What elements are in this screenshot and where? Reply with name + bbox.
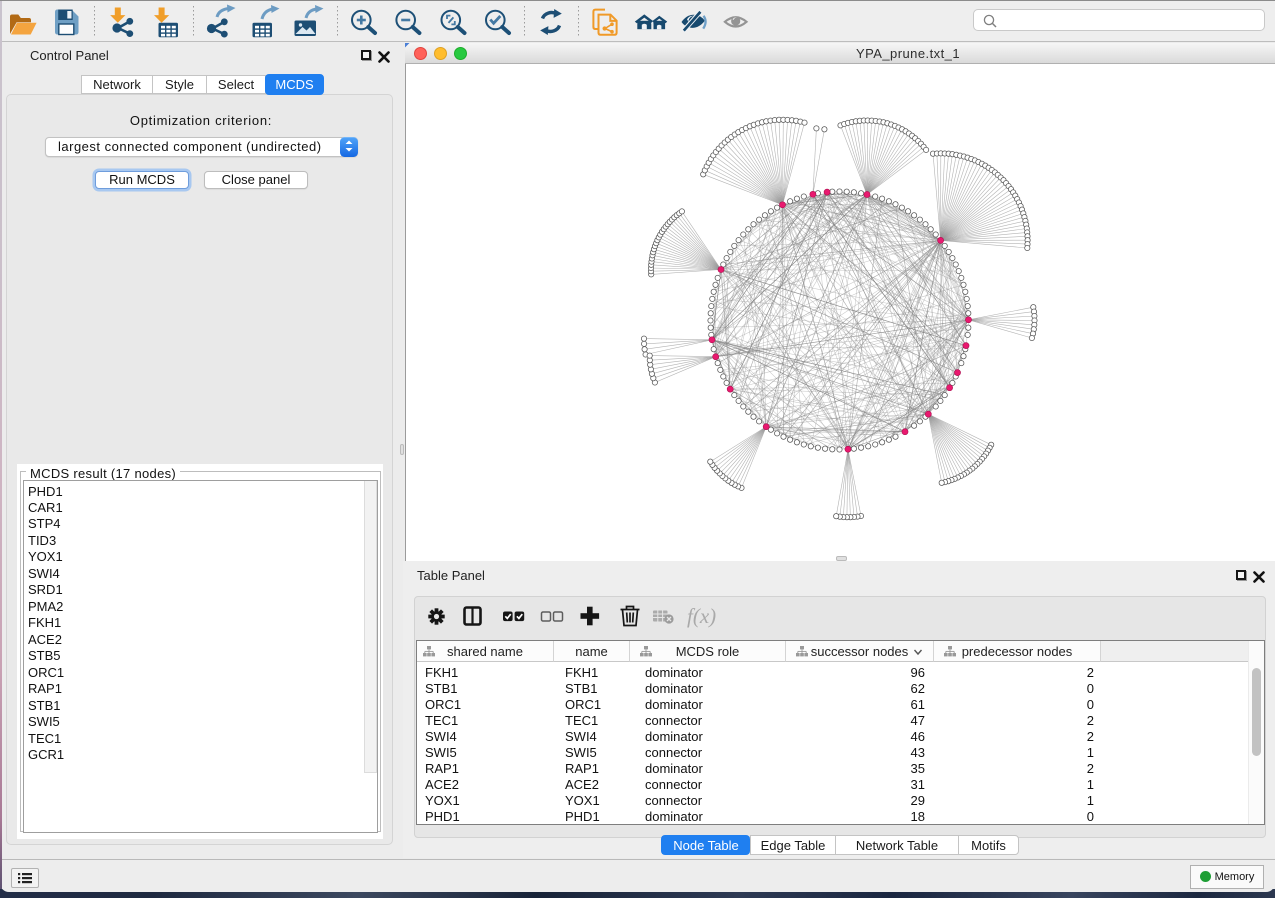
svg-text:f(x): f(x) [687,604,716,628]
